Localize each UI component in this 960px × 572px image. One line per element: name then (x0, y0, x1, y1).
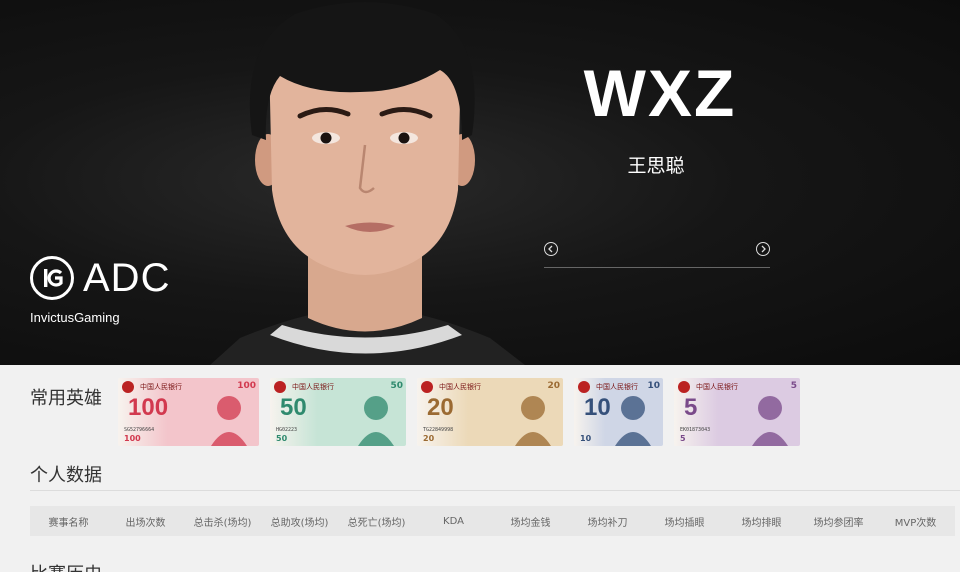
player-role: ADC (83, 256, 171, 300)
column-header[interactable]: 出场次数 (107, 514, 184, 529)
chevron-right-circle-icon[interactable] (756, 242, 770, 256)
column-header[interactable]: 场均插眼 (646, 514, 723, 529)
chevron-left-circle-icon[interactable] (544, 242, 558, 256)
ig-logo-icon (30, 256, 74, 300)
player-hero-banner: ADC InvictusGaming WXZ 王思聪 (0, 0, 960, 365)
player-info: WXZ 王思聪 (540, 55, 772, 178)
banknote-10-image: 中国人民银行 10 10 10 (574, 378, 663, 446)
column-header[interactable]: 场均参团率 (800, 514, 877, 529)
player-name: 王思聪 (627, 155, 685, 177)
column-header[interactable]: 场均金钱 (492, 514, 569, 529)
match-history-title: 比赛历史 (30, 560, 102, 572)
stats-table-header: 赛事名称 出场次数 总击杀(场均) 总助攻(场均) 总死亡(场均) KDA 场均… (30, 506, 955, 536)
favorite-heroes-list: 中国人民银行 100 100 SG52796664 100 中国人民银行 50 … (118, 378, 811, 446)
column-header[interactable]: 总死亡(场均) (338, 514, 415, 529)
column-header[interactable]: KDA (415, 516, 492, 527)
column-header[interactable]: MVP次数 (877, 514, 954, 529)
column-header[interactable]: 总助攻(场均) (261, 514, 338, 529)
banknote-5-image: 中国人民银行 5 5 EK01873043 5 (674, 378, 800, 446)
banknote-50-image: 中国人民银行 50 50 HG02223 50 (270, 378, 406, 446)
column-header[interactable]: 赛事名称 (30, 514, 107, 529)
team-name: InvictusGaming (30, 310, 120, 325)
column-header[interactable]: 总击杀(场均) (184, 514, 261, 529)
team-info: ADC InvictusGaming (30, 256, 170, 325)
player-carousel (544, 240, 770, 270)
column-header[interactable]: 场均补刀 (569, 514, 646, 529)
hero-item-50[interactable]: 中国人民银行 50 50 HG02223 50 (270, 378, 406, 446)
carousel-track (544, 267, 770, 268)
banknote-20-image: 中国人民银行 20 20 TG22849998 20 (417, 378, 563, 446)
personal-data-title: 个人数据 (30, 465, 102, 486)
section-divider (30, 490, 960, 491)
hero-item-10[interactable]: 中国人民银行 10 10 10 (574, 378, 663, 446)
column-header[interactable]: 场均排眼 (723, 514, 800, 529)
player-portrait (210, 2, 525, 365)
hero-item-20[interactable]: 中国人民银行 20 20 TG22849998 20 (417, 378, 563, 446)
favorite-heroes-title: 常用英雄 (30, 388, 102, 409)
hero-item-5[interactable]: 中国人民银行 5 5 EK01873043 5 (674, 378, 800, 446)
banknote-100-image: 中国人民银行 100 100 SG52796664 100 (118, 378, 259, 446)
hero-item-100[interactable]: 中国人民银行 100 100 SG52796664 100 (118, 378, 259, 446)
player-id: WXZ (583, 56, 737, 130)
